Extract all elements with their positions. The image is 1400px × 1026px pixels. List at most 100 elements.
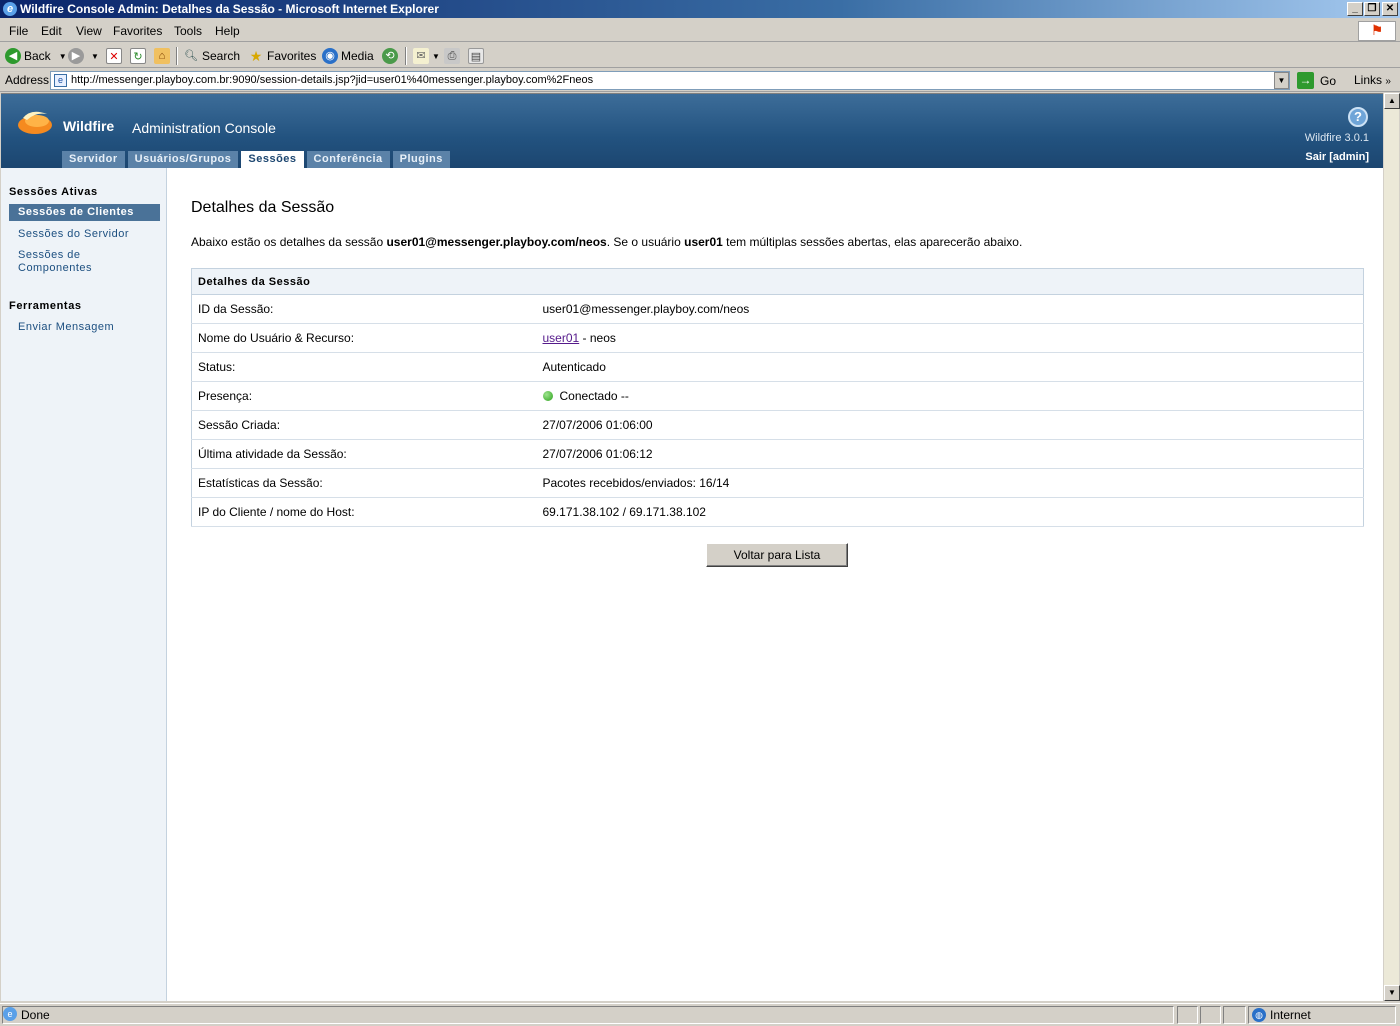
windows-logo-icon: ⚑ bbox=[1358, 21, 1396, 41]
search-button[interactable]: 🔍︎ Search bbox=[183, 47, 240, 65]
back-arrow-icon: ◀ bbox=[5, 48, 21, 64]
address-bar: Address http://messenger.playboy.com.br:… bbox=[0, 69, 1400, 92]
close-button[interactable]: ✕ bbox=[1382, 2, 1398, 16]
status-pane bbox=[1223, 1006, 1246, 1024]
media-button[interactable]: ◉ Media bbox=[322, 47, 374, 65]
menu-file[interactable]: File bbox=[9, 24, 28, 38]
logout-link[interactable]: Sair [admin] bbox=[1305, 151, 1369, 163]
menu-help[interactable]: Help bbox=[215, 24, 240, 38]
refresh-button[interactable]: ↻ bbox=[130, 47, 149, 65]
home-icon: ⌂ bbox=[154, 48, 170, 64]
intro-user: user01 bbox=[684, 235, 723, 249]
vertical-scrollbar[interactable]: ▲ ▼ bbox=[1383, 93, 1400, 1001]
stop-button[interactable]: ✕ bbox=[106, 47, 125, 65]
restore-button[interactable]: ❐ bbox=[1364, 2, 1380, 16]
menu-view[interactable]: View bbox=[76, 24, 102, 38]
page-icon: e bbox=[54, 74, 67, 87]
menu-favorites[interactable]: Favorites bbox=[113, 24, 162, 38]
wildfire-logo-icon bbox=[18, 111, 52, 134]
page-title: Detalhes da Sessão bbox=[191, 199, 335, 216]
row-value: 27/07/2006 01:06:00 bbox=[542, 410, 1364, 440]
row-label: Sessão Criada: bbox=[191, 410, 543, 440]
brand-name: Wildfire bbox=[63, 118, 115, 134]
address-input[interactable]: http://messenger.playboy.com.br:9090/ses… bbox=[50, 71, 1290, 90]
version-label: Wildfire 3.0.1 bbox=[1304, 132, 1369, 144]
main-content: Detalhes da Sessão Abaixo estão os detal… bbox=[168, 168, 1383, 1001]
history-button[interactable]: ⟲ bbox=[382, 47, 401, 65]
row-value: 69.171.38.102 / 69.171.38.102 bbox=[542, 497, 1364, 527]
sidebar: Sessões Ativas Sessões de Clientes Sessõ… bbox=[1, 168, 167, 1001]
menu-bar: File Edit View Favorites Tools Help ⚑ bbox=[0, 20, 1400, 42]
sidebar-section-active-sessions: Sessões Ativas bbox=[9, 186, 98, 198]
globe-icon: ◍ bbox=[1252, 1008, 1266, 1022]
row-value: user01@messenger.playboy.com/neos bbox=[542, 294, 1364, 324]
table-row: IP do Cliente / nome do Host: 69.171.38.1… bbox=[191, 497, 1364, 527]
row-value: Autenticado bbox=[542, 352, 1364, 382]
stop-icon: ✕ bbox=[106, 48, 122, 64]
toolbar-separator bbox=[405, 47, 407, 65]
help-icon[interactable]: ? bbox=[1348, 107, 1368, 127]
window-title: Wildfire Console Admin: Detalhes da Sess… bbox=[20, 2, 439, 16]
row-label: Estatísticas da Sessão: bbox=[191, 468, 543, 498]
browser-viewport: Wildfire Administration Console ? Wildfi… bbox=[1, 93, 1383, 1001]
toolbar: ◀ Back ▼ ▶ ▼ ✕ ↻ ⌂ 🔍︎ Search ★ Favorites ◉ Med… bbox=[0, 44, 1400, 68]
history-icon: ⟲ bbox=[382, 48, 398, 64]
mail-button[interactable]: ✉ ▼ bbox=[413, 47, 440, 65]
menu-tools[interactable]: Tools bbox=[174, 24, 202, 38]
back-to-list-button[interactable]: Voltar para Lista bbox=[706, 543, 848, 567]
session-details-table: Detalhes da Sessão ID da Sessão: user01@m… bbox=[191, 268, 1364, 527]
table-header: Detalhes da Sessão bbox=[191, 268, 1364, 295]
tab-sessoes[interactable]: Sessões bbox=[241, 151, 304, 169]
status-pane bbox=[1177, 1006, 1198, 1024]
row-label: IP do Cliente / nome do Host: bbox=[191, 497, 543, 527]
mail-icon: ✉ bbox=[413, 48, 429, 64]
address-dropdown[interactable]: ▼ bbox=[1274, 72, 1289, 89]
table-row: Última atividade da Sessão: 27/07/2006 01… bbox=[191, 439, 1364, 469]
sidebar-item-send-message[interactable]: Enviar Mensagem bbox=[18, 321, 114, 334]
intro-jid: user01@messenger.playboy.com/neos bbox=[386, 235, 607, 249]
sidebar-item-component-sessions[interactable]: Sessões de Componentes bbox=[18, 249, 118, 275]
table-row: ID da Sessão: user01@messenger.playboy.co… bbox=[191, 294, 1364, 324]
sidebar-item-client-sessions[interactable]: Sessões de Clientes bbox=[9, 204, 160, 221]
status-pane bbox=[1200, 1006, 1221, 1024]
console-title: Administration Console bbox=[132, 120, 276, 136]
window-titlebar: e Wildfire Console Admin: Detalhes da Se… bbox=[0, 0, 1400, 18]
links-button[interactable]: Links » bbox=[1354, 73, 1391, 87]
favorites-button[interactable]: ★ Favorites bbox=[248, 47, 317, 65]
media-icon: ◉ bbox=[322, 48, 338, 64]
row-label: ID da Sessão: bbox=[191, 294, 543, 324]
back-button[interactable]: ◀ Back ▼ bbox=[5, 47, 67, 65]
app-header: Wildfire Administration Console ? Wildfi… bbox=[1, 94, 1383, 169]
print-icon: ⎙ bbox=[444, 48, 460, 64]
menu-edit[interactable]: Edit bbox=[41, 24, 62, 38]
home-button[interactable]: ⌂ bbox=[154, 47, 173, 65]
row-label: Nome do Usuário & Recurso: bbox=[191, 323, 543, 353]
forward-button[interactable]: ▶ ▼ bbox=[68, 47, 99, 65]
print-button[interactable]: ⎙ bbox=[444, 47, 463, 65]
edit-button[interactable]: ▤ bbox=[468, 47, 487, 65]
scroll-up-icon[interactable]: ▲ bbox=[1384, 93, 1400, 109]
sidebar-item-server-sessions[interactable]: Sessões do Servidor bbox=[18, 228, 129, 241]
refresh-icon: ↻ bbox=[130, 48, 146, 64]
user-link[interactable]: user01 bbox=[543, 331, 580, 345]
ie-icon: e bbox=[3, 2, 17, 16]
intro-text: Abaixo estão os detalhes da sessão user0… bbox=[191, 235, 1023, 249]
row-value: Conectado -- bbox=[542, 381, 1364, 411]
tab-conferencia[interactable]: Conferência bbox=[306, 151, 390, 168]
row-label: Presença: bbox=[191, 381, 543, 411]
zone-label: Internet bbox=[1270, 1008, 1311, 1022]
minimize-button[interactable]: _ bbox=[1347, 2, 1363, 16]
presence-online-icon bbox=[542, 391, 553, 401]
scroll-down-icon[interactable]: ▼ bbox=[1384, 985, 1400, 1001]
star-icon: ★ bbox=[249, 48, 263, 64]
table-row: Nome do Usuário & Recurso: user01 - neos bbox=[191, 323, 1364, 353]
go-button[interactable]: → Go bbox=[1297, 72, 1336, 89]
main-tabs: Servidor Usuários/Grupos Sessões Conferê… bbox=[62, 151, 453, 169]
forward-arrow-icon: ▶ bbox=[68, 48, 84, 64]
table-row: Sessão Criada: 27/07/2006 01:06:00 bbox=[191, 410, 1364, 440]
table-row: Estatísticas da Sessão: Pacotes recebidos… bbox=[191, 468, 1364, 498]
tab-usuarios-grupos[interactable]: Usuários/Grupos bbox=[127, 151, 239, 168]
tab-plugins[interactable]: Plugins bbox=[392, 151, 450, 168]
tab-servidor[interactable]: Servidor bbox=[62, 151, 125, 168]
table-row: Status: Autenticado bbox=[191, 352, 1364, 382]
